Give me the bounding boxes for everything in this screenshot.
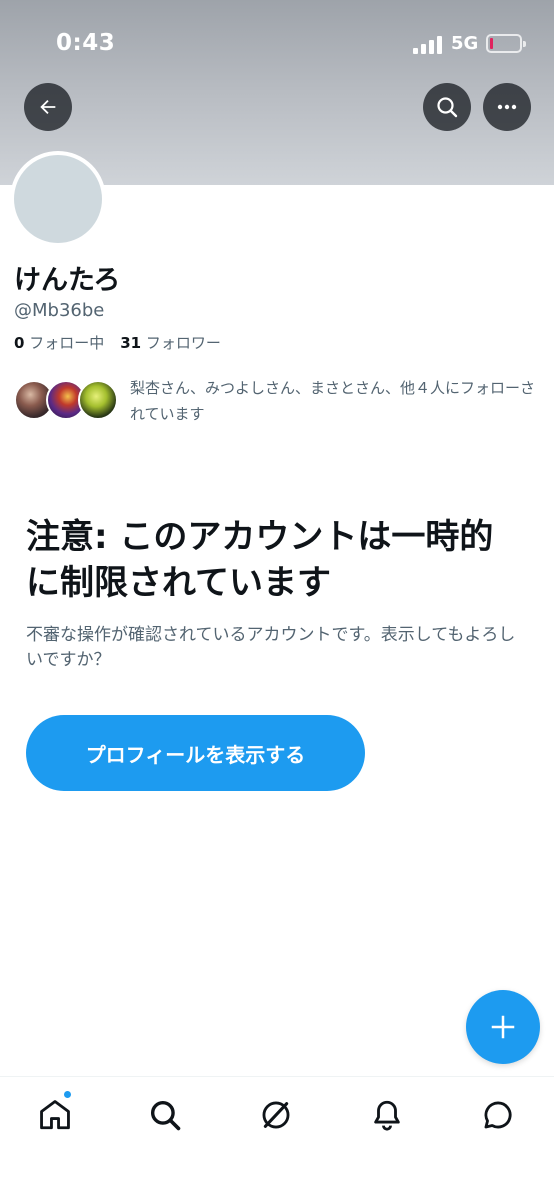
- status-time: 0:43: [56, 30, 116, 56]
- followers-link[interactable]: 31 フォロワー: [120, 334, 221, 352]
- following-label: フォロー中: [29, 334, 105, 352]
- followers-label: フォロワー: [145, 334, 221, 352]
- back-button[interactable]: [24, 83, 72, 131]
- arrow-left-icon: [40, 99, 56, 115]
- warning-title: 注意: このアカウントは一時的に制限されています: [26, 517, 494, 603]
- spaces-icon: [262, 1101, 290, 1129]
- search-icon: [437, 97, 458, 118]
- tab-notifications[interactable]: [365, 1093, 409, 1137]
- tab-home[interactable]: [33, 1093, 77, 1137]
- avatar[interactable]: [10, 151, 106, 247]
- tab-messages[interactable]: [476, 1093, 520, 1137]
- compose-button[interactable]: [466, 990, 540, 1064]
- more-button[interactable]: [483, 83, 531, 131]
- more-horizontal-icon: [497, 104, 517, 110]
- warning-body: 不審な操作が確認されているアカウントです。表示してもよろしいですか？: [26, 625, 516, 670]
- search-icon: [150, 1100, 181, 1131]
- following-count: 0: [14, 334, 25, 352]
- network-type: 5G: [451, 33, 479, 54]
- tab-spaces[interactable]: [254, 1093, 298, 1137]
- plus-icon: [491, 1015, 515, 1039]
- search-button[interactable]: [423, 83, 471, 131]
- home-notification-dot: [63, 1090, 72, 1099]
- bell-icon: [374, 1100, 400, 1131]
- battery-icon: [486, 34, 526, 53]
- view-profile-button[interactable]: プロフィールを表示する: [26, 715, 365, 791]
- followed-by[interactable]: 梨杏さん、みつよしさん、まさとさん、他４人にフォローされています: [14, 375, 544, 427]
- home-icon: [40, 1100, 70, 1130]
- tab-search[interactable]: [143, 1093, 187, 1137]
- following-link[interactable]: 0 フォロー中: [14, 334, 104, 352]
- tab-bar: [0, 1076, 554, 1200]
- followed-by-text: 梨杏さん、みつよしさん、まさとさん、他４人にフォローされています: [130, 379, 536, 423]
- message-icon: [484, 1101, 512, 1129]
- followers-count: 31: [120, 334, 142, 352]
- battery-level: [490, 38, 493, 49]
- follower-avatar: [78, 380, 118, 420]
- follow-stats: 0 フォロー中 31 フォロワー: [14, 332, 221, 353]
- signal-icon: [413, 36, 443, 54]
- user-handle: @Mb36be: [14, 300, 105, 321]
- display-name: けんたろ: [14, 265, 121, 296]
- status-bar: 0:43 5G: [0, 0, 554, 88]
